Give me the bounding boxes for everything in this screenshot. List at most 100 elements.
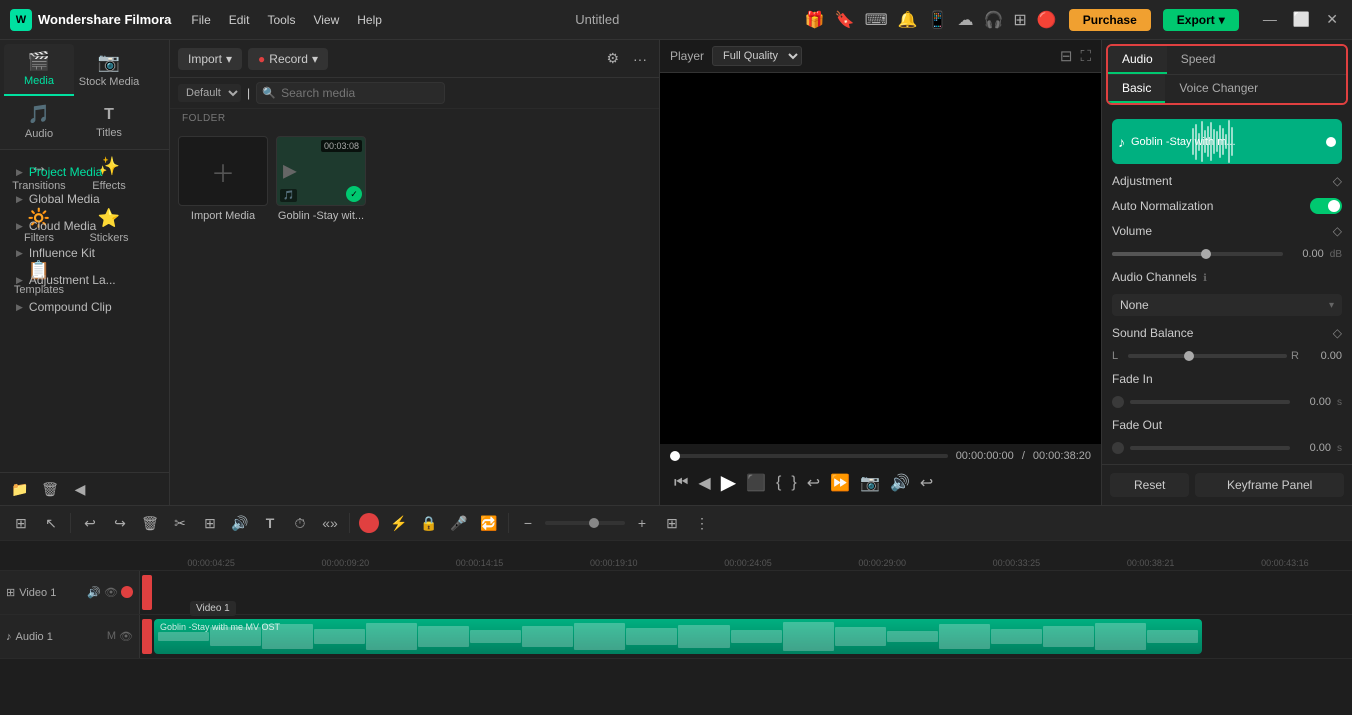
maximize-button[interactable]: ⬜ [1289, 9, 1314, 30]
append-button[interactable]: ⏩ [830, 473, 850, 493]
audio-adjust-button[interactable]: 🔊 [227, 510, 253, 536]
snap-button[interactable]: ⚡ [386, 510, 412, 536]
delete-folder-button[interactable]: 🗑 [38, 477, 62, 501]
grid-view-button[interactable]: ⊞ [659, 510, 685, 536]
account-icon[interactable]: 🔴 [1037, 10, 1057, 30]
insert-button[interactable]: ↩ [807, 473, 820, 493]
sidebar-item-project-media[interactable]: ▶ Project Media [4, 159, 165, 185]
more-options-button[interactable]: ⋮ [689, 510, 715, 536]
apps-icon[interactable]: ⊞ [1013, 10, 1026, 30]
balance-slider[interactable] [1128, 354, 1287, 358]
menu-help[interactable]: Help [349, 9, 390, 31]
new-folder-button[interactable]: 📁 [8, 477, 32, 501]
zoom-thumb[interactable] [589, 518, 599, 528]
mark-out-button[interactable]: } [791, 474, 796, 492]
sidebar-item-adjustment-la[interactable]: ▶ Adjustment La... [4, 267, 165, 293]
more-button[interactable]: ··· [629, 47, 651, 71]
balance-thumb[interactable] [1184, 351, 1194, 361]
snapshot-button[interactable]: 📷 [860, 473, 880, 493]
step-back-button[interactable]: ⏮ [674, 474, 688, 492]
add-track-button[interactable]: ⊞ [8, 510, 34, 536]
quality-select[interactable]: Full Quality [712, 46, 802, 66]
sub-tab-basic[interactable]: Basic [1108, 75, 1165, 103]
tab-titles[interactable]: T Titles [74, 96, 144, 148]
progress-track[interactable] [670, 454, 948, 458]
auto-normalization-toggle[interactable] [1310, 198, 1342, 214]
cut-button[interactable]: ✂ [167, 510, 193, 536]
mark-in-button[interactable]: { [776, 474, 781, 492]
fade-in-slider[interactable] [1130, 400, 1290, 404]
record-button[interactable]: ● Record ▾ [248, 48, 328, 70]
volume-thumb[interactable] [1201, 249, 1211, 259]
video-track-audio-icon[interactable]: 🔊 [87, 586, 101, 599]
zoom-plus-button[interactable]: + [629, 510, 655, 536]
fullscreen-icon[interactable]: ⛶ [1080, 48, 1091, 65]
fade-out-slider[interactable] [1130, 446, 1290, 450]
phone-icon[interactable]: 📱 [928, 10, 948, 30]
audio-track-mute-icon[interactable]: M [107, 630, 116, 643]
delete-button[interactable]: 🗑 [137, 510, 163, 536]
bookmark-icon[interactable]: 🔖 [835, 10, 855, 30]
more-button[interactable]: ↩ [920, 473, 933, 493]
undo-button[interactable]: ↩ [77, 510, 103, 536]
export-button[interactable]: Export ▾ [1163, 9, 1239, 31]
headset-icon[interactable]: 🎧 [984, 10, 1004, 30]
zoom-minus-button[interactable]: − [515, 510, 541, 536]
video-clip-block[interactable] [142, 575, 152, 610]
key-icon[interactable]: ⌨ [865, 10, 888, 30]
video-track-visible-icon[interactable]: 👁 [104, 586, 118, 599]
import-media-item[interactable]: ＋ Import Media [178, 136, 268, 497]
tab-audio[interactable]: 🎵 Audio [4, 96, 74, 148]
select-tool-button[interactable]: ↖ [38, 510, 64, 536]
download-icon[interactable]: ☁ [958, 10, 974, 30]
menu-edit[interactable]: Edit [221, 9, 258, 31]
lock-button[interactable]: 🔒 [416, 510, 442, 536]
close-button[interactable]: ✕ [1322, 9, 1342, 30]
crop-button[interactable]: ⊞ [197, 510, 223, 536]
mic-button[interactable]: 🎤 [446, 510, 472, 536]
redo-button[interactable]: ↪ [107, 510, 133, 536]
video-track-lock-icon[interactable] [121, 586, 133, 598]
adjustment-keyframe-icon[interactable]: ◇ [1333, 174, 1342, 188]
media-clip-goblin[interactable]: 00:03:08 ▶ 🎵 ✓ Goblin -Stay wit... [276, 136, 366, 497]
audio-track-visible-icon[interactable]: 👁 [119, 630, 133, 643]
loop-button[interactable]: 🔁 [476, 510, 502, 536]
play-button[interactable]: ▶ [721, 470, 736, 495]
timer-button[interactable]: ⏱ [287, 510, 313, 536]
sub-tab-voice-changer[interactable]: Voice Changer [1165, 75, 1272, 103]
frame-back-button[interactable]: ◀ [698, 473, 710, 493]
purchase-button[interactable]: Purchase [1069, 9, 1151, 31]
audio-playhead-block[interactable] [142, 619, 152, 654]
minimize-button[interactable]: — [1259, 9, 1281, 30]
sidebar-item-influence-kit[interactable]: ▶ Influence Kit [4, 240, 165, 266]
sidebar-item-global-media[interactable]: ▶ Global Media [4, 186, 165, 212]
record-btn[interactable] [356, 510, 382, 536]
audio-clip-block[interactable]: Goblin -Stay with me MV OST [154, 619, 1202, 654]
sort-select[interactable]: Default [178, 84, 241, 102]
expand-button[interactable]: «» [317, 510, 343, 536]
progress-thumb[interactable] [670, 451, 680, 461]
volume-keyframe-icon[interactable]: ◇ [1333, 224, 1342, 238]
gift-icon[interactable]: 🎁 [805, 10, 825, 30]
stop-button[interactable]: ⬛ [746, 473, 766, 493]
reset-button[interactable]: Reset [1110, 473, 1189, 497]
filter-button[interactable]: ⚙ [602, 46, 623, 71]
menu-tools[interactable]: Tools [259, 9, 303, 31]
sound-balance-keyframe-icon[interactable]: ◇ [1333, 326, 1342, 340]
menu-view[interactable]: View [305, 9, 347, 31]
tab-speed[interactable]: Speed [1167, 46, 1230, 74]
volume-slider[interactable] [1112, 252, 1283, 256]
collapse-button[interactable]: ◀ [68, 477, 92, 501]
split-view-icon[interactable]: ⊟ [1060, 47, 1073, 65]
volume-button[interactable]: 🔊 [890, 473, 910, 493]
tab-audio[interactable]: Audio [1108, 46, 1167, 74]
sidebar-item-cloud-media[interactable]: ▶ Cloud Media [4, 213, 165, 239]
text-button[interactable]: T [257, 510, 283, 536]
search-input[interactable] [256, 82, 445, 104]
zoom-slider[interactable] [545, 521, 625, 525]
audio-channels-dropdown[interactable]: None ▾ [1112, 294, 1342, 316]
keyframe-panel-button[interactable]: Keyframe Panel [1195, 473, 1344, 497]
notification-icon[interactable]: 🔔 [898, 10, 918, 30]
tab-stock-media[interactable]: 📷 Stock Media [74, 44, 144, 96]
sidebar-item-compound-clip[interactable]: ▶ Compound Clip [4, 294, 165, 320]
